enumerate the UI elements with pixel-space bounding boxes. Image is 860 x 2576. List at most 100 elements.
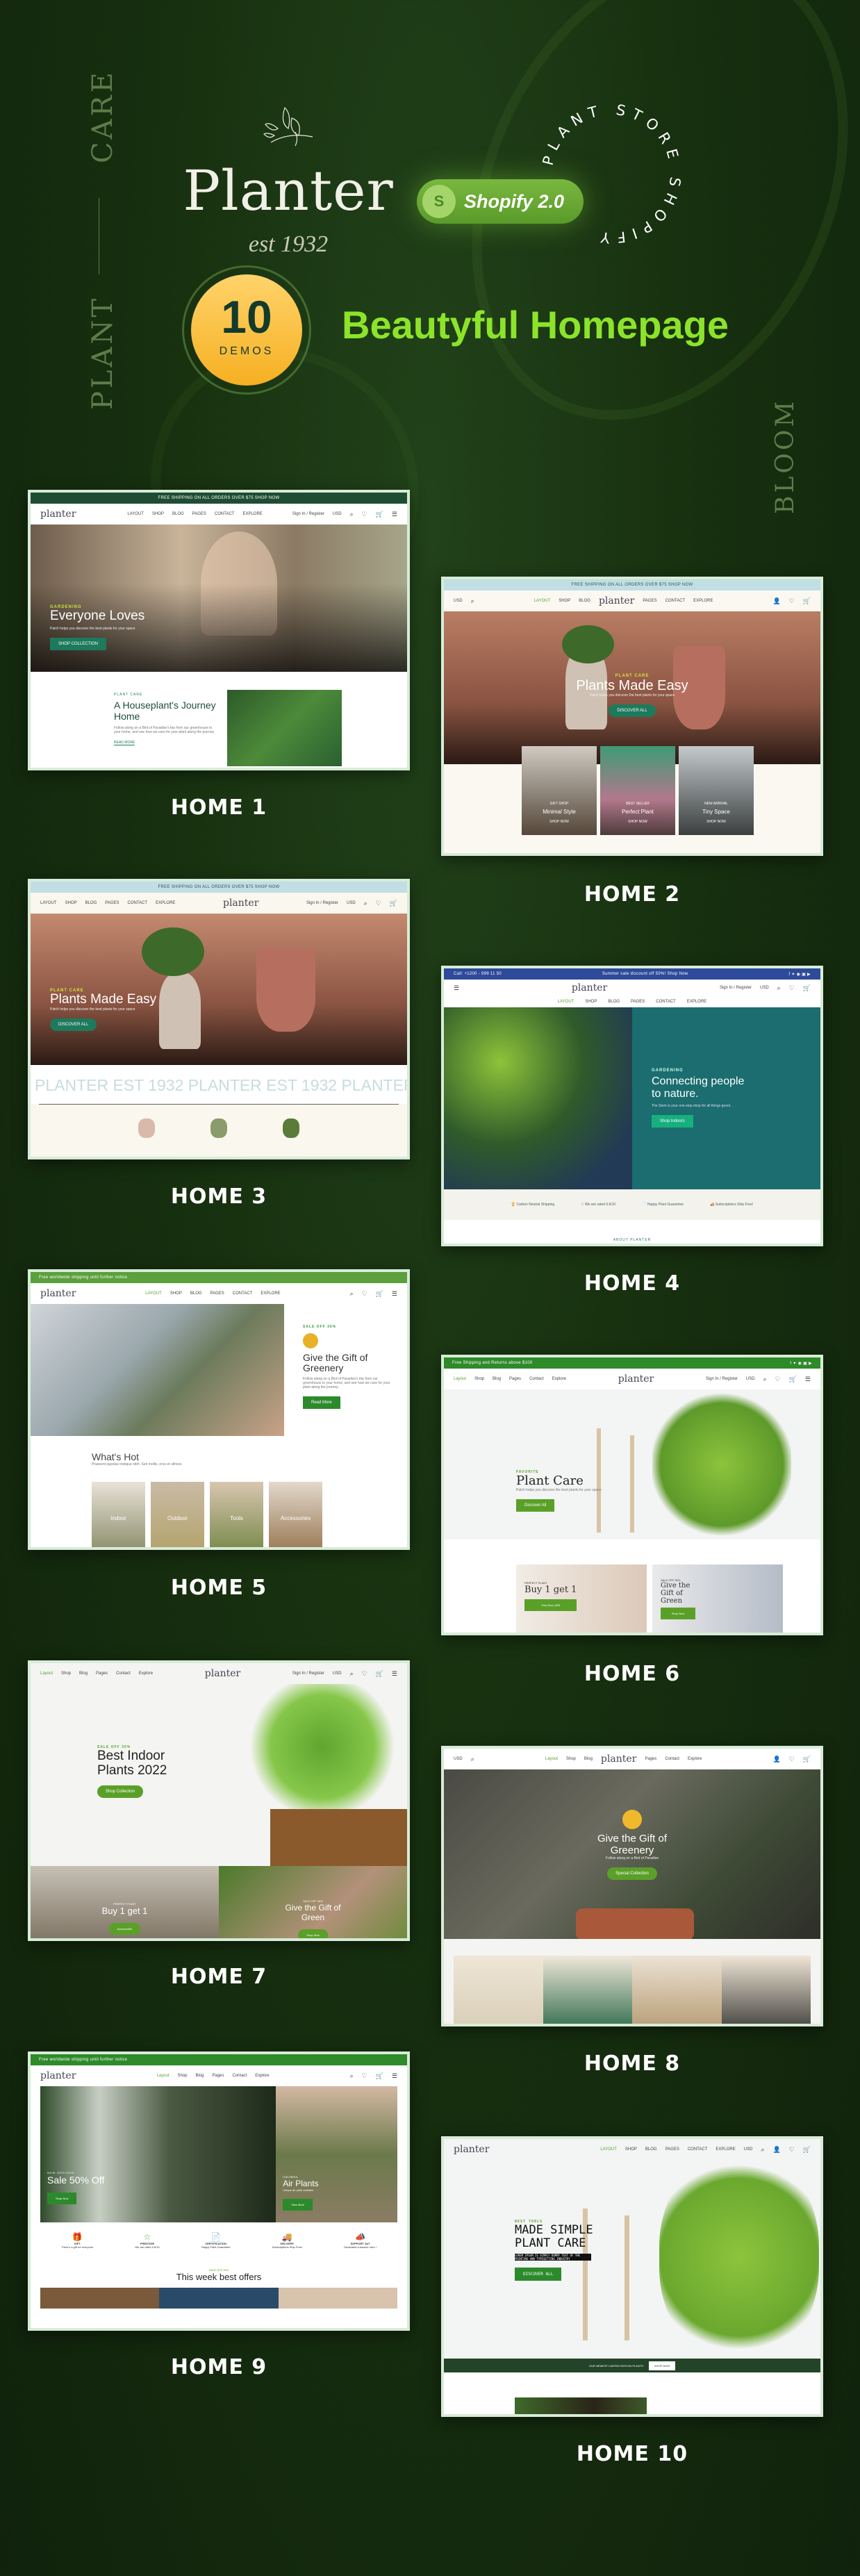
nav-item[interactable]: EXPLORE xyxy=(693,599,713,603)
nav-item[interactable]: BLOG xyxy=(190,1291,202,1296)
currency-select[interactable]: USD xyxy=(746,1377,755,1381)
cart-icon[interactable]: 🛒 xyxy=(803,597,811,605)
account-icon[interactable]: 👤 xyxy=(773,1756,781,1763)
currency-select[interactable]: USD xyxy=(454,1757,463,1761)
nav-item[interactable]: Contact xyxy=(665,1757,679,1761)
nav-item[interactable]: CONTACT xyxy=(128,901,148,905)
nav-item[interactable]: CONTACT xyxy=(688,2147,708,2152)
nav-item[interactable]: Pages xyxy=(213,2074,224,2078)
nav-item[interactable]: LAYOUT xyxy=(40,901,57,905)
account-icon[interactable]: 👤 xyxy=(772,2146,780,2154)
nav-item[interactable]: Shop xyxy=(177,2074,187,2078)
category-tile[interactable]: Accessories xyxy=(269,1482,322,1547)
search-icon[interactable]: ⌕ xyxy=(350,1290,354,1298)
promo-banner[interactable]: SALE OFF 30% Give the Gift of Green Shop N… xyxy=(219,1866,407,1938)
nav-item[interactable]: Pages xyxy=(509,1377,521,1381)
social-icons[interactable]: f ✦ ◉ ▣ ▶ xyxy=(790,1361,812,1366)
account-icon[interactable]: 👤 xyxy=(772,597,780,605)
nav-item[interactable]: PAGES xyxy=(631,1000,645,1004)
wishlist-icon[interactable]: ♡ xyxy=(789,1756,795,1763)
nav-item[interactable]: Contact xyxy=(233,2074,247,2078)
wishlist-icon[interactable]: ♡ xyxy=(362,1290,367,1298)
nav-item[interactable]: Pages xyxy=(645,1757,656,1761)
home-3-preview[interactable]: FREE SHIPPING ON ALL ORDERS OVER $75 SHO… xyxy=(28,879,410,1159)
nav-item[interactable]: Shop xyxy=(61,1671,71,1676)
hero-button[interactable]: Read More xyxy=(303,1396,340,1409)
search-icon[interactable]: ⌕ xyxy=(350,1670,354,1678)
nav-item[interactable]: EXPLORE xyxy=(156,901,175,905)
category-image[interactable] xyxy=(454,1956,543,2024)
nav-item[interactable]: Contact xyxy=(116,1671,131,1676)
currency-select[interactable]: USD xyxy=(454,599,463,603)
nav-item[interactable]: Contact xyxy=(529,1377,544,1381)
search-icon[interactable]: ⌕ xyxy=(761,2146,764,2154)
search-icon[interactable]: ⌕ xyxy=(763,1376,767,1383)
nav-item[interactable]: LAYOUT xyxy=(558,1000,574,1004)
home-7-preview[interactable]: Layout Shop Blog Pages Contact Explore plante… xyxy=(28,1660,410,1941)
promo-banner[interactable]: PERFECT PLANT Buy 1 get 1 Only Now | $46 xyxy=(516,1564,647,1633)
wishlist-icon[interactable]: ♡ xyxy=(362,2072,367,2080)
cart-icon[interactable]: 🛒 xyxy=(803,2146,811,2154)
hero-button[interactable]: Shop Indoors xyxy=(652,1115,693,1128)
nav-item[interactable]: PAGES xyxy=(105,901,119,905)
nav-item[interactable]: SHOP xyxy=(559,599,570,603)
nav-item[interactable]: Layout xyxy=(545,1757,558,1761)
cart-icon[interactable]: 🛒 xyxy=(390,900,397,907)
promo-banner[interactable]: SALE OFF 30% Give the Gift of Green Shop… xyxy=(652,1564,783,1633)
home-1-preview[interactable]: FREE SHIPPING ON ALL ORDERS OVER $75 SHO… xyxy=(28,490,410,770)
currency-select[interactable]: USD xyxy=(760,986,769,990)
category-tile[interactable]: BEST SELLER Perfect Plant SHOP NOW xyxy=(600,746,675,835)
nav-item[interactable]: BLOG xyxy=(579,599,590,603)
home-6-preview[interactable]: Free Shipping and Returns above $100 f ✦ … xyxy=(441,1355,823,1635)
home-2-preview[interactable]: FREE SHIPPING ON ALL ORDERS OVER $75 SHO… xyxy=(441,577,823,856)
menu-icon[interactable]: ☰ xyxy=(392,1670,397,1678)
category-image[interactable] xyxy=(721,1956,811,2024)
nav-item[interactable]: BLOG xyxy=(172,512,184,516)
nav-item[interactable]: SHOP xyxy=(585,1000,597,1004)
nav-item[interactable]: Layout xyxy=(156,2074,169,2078)
menu-icon[interactable]: ☰ xyxy=(805,1376,811,1383)
nav-item[interactable]: LAYOUT xyxy=(145,1291,162,1296)
nav-item[interactable]: Blog xyxy=(195,2074,204,2078)
side-button[interactable]: View More xyxy=(283,2199,313,2211)
nav-item[interactable]: Explore xyxy=(255,2074,269,2078)
nav-item[interactable]: Explore xyxy=(139,1671,153,1676)
wishlist-icon[interactable]: ♡ xyxy=(789,984,795,992)
category-tile[interactable]: Outdoor xyxy=(151,1482,204,1547)
menu-icon[interactable]: ☰ xyxy=(392,1290,397,1298)
hero-button[interactable]: Shop Now xyxy=(47,2193,77,2204)
currency-select[interactable]: USD xyxy=(333,1671,342,1676)
nav-item[interactable]: CONTACT xyxy=(656,1000,676,1004)
cart-icon[interactable]: 🛒 xyxy=(376,511,383,518)
currency-select[interactable]: USD xyxy=(347,901,356,905)
account-link[interactable]: Sign In / Register xyxy=(306,901,338,905)
home-10-preview[interactable]: planter LAYOUT SHOP BLOG PAGES CONTACT EXPLOR… xyxy=(441,2136,823,2417)
account-link[interactable]: Sign In / Register xyxy=(292,512,324,516)
nav-item[interactable]: EXPLORE xyxy=(716,2147,735,2152)
nav-item[interactable]: LAYOUT xyxy=(600,2147,617,2152)
nav-item[interactable]: SHOP xyxy=(170,1291,182,1296)
account-link[interactable]: Sign In / Register xyxy=(292,1671,324,1676)
category-tile[interactable]: Indoor xyxy=(92,1482,145,1547)
search-icon[interactable]: ⌕ xyxy=(471,597,474,605)
nav-item[interactable]: CONTACT xyxy=(665,599,686,603)
home-5-preview[interactable]: Free worldwide shipping until further no… xyxy=(28,1269,410,1550)
nav-item[interactable]: EXPLORE xyxy=(242,512,262,516)
nav-item[interactable]: Layout xyxy=(454,1377,466,1381)
nav-item[interactable]: Shop xyxy=(566,1757,576,1761)
search-icon[interactable]: ⌕ xyxy=(364,900,367,907)
wishlist-icon[interactable]: ♡ xyxy=(362,1670,367,1678)
nav-item[interactable]: PAGES xyxy=(192,512,206,516)
home-9-preview[interactable]: Free worldwide shipping until further no… xyxy=(28,2051,410,2331)
cart-icon[interactable]: 🛒 xyxy=(376,2072,383,2080)
nav-item[interactable]: Explore xyxy=(688,1757,702,1761)
hero-button[interactable]: DISCOVER ALL xyxy=(50,1018,97,1031)
home-8-preview[interactable]: USD ⌕ Layout Shop Blog planter Pages Contact… xyxy=(441,1746,823,2026)
search-icon[interactable]: ⌕ xyxy=(350,511,354,518)
nav-item[interactable]: EXPLORE xyxy=(687,1000,706,1004)
nav-item[interactable]: Shop xyxy=(474,1377,484,1381)
hero-button[interactable]: Discover All xyxy=(516,1498,555,1512)
wishlist-icon[interactable]: ♡ xyxy=(362,511,367,518)
cart-icon[interactable]: 🛒 xyxy=(803,1756,811,1763)
hero-button[interactable]: SHOP COLLECTION xyxy=(50,637,106,650)
